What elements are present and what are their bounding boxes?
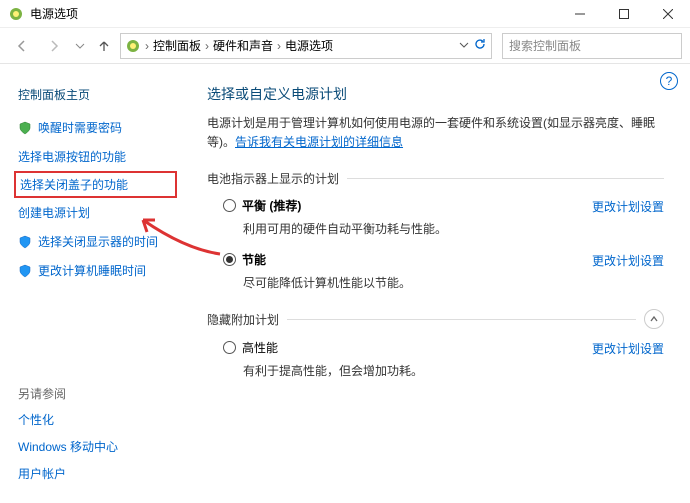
sidebar-item-label: 创建电源计划 — [18, 204, 90, 221]
see-also-personalization[interactable]: 个性化 — [18, 406, 118, 433]
sidebar-item-label: 选择关闭盖子的功能 — [20, 176, 128, 193]
plan-radio[interactable] — [223, 199, 236, 212]
search-placeholder: 搜索控制面板 — [509, 37, 581, 54]
sidebar-item-sleep-time[interactable]: 更改计算机睡眠时间 — [18, 256, 177, 285]
breadcrumb-leaf[interactable]: 电源选项 — [281, 37, 337, 54]
refresh-icon[interactable] — [473, 37, 487, 54]
sidebar-item-label: 唤醒时需要密码 — [38, 119, 122, 136]
shield-icon — [18, 121, 32, 135]
breadcrumb-root[interactable]: 控制面板 — [149, 37, 205, 54]
close-button[interactable] — [646, 0, 690, 28]
up-button[interactable] — [92, 34, 116, 58]
sidebar-item-power-button[interactable]: 选择电源按钮的功能 — [18, 142, 177, 171]
page-heading: 选择或自定义电源计划 — [207, 84, 664, 104]
plan-name[interactable]: 平衡 (推荐) — [242, 197, 301, 214]
change-plan-settings-link[interactable]: 更改计划设置 — [592, 252, 664, 269]
section-label: 隐藏附加计划 — [207, 311, 279, 328]
shield-icon — [18, 235, 32, 249]
section-label: 电池指示器上显示的计划 — [207, 170, 339, 187]
change-plan-settings-link[interactable]: 更改计划设置 — [592, 198, 664, 215]
plan-description: 利用可用的硬件自动平衡功耗与性能。 — [243, 220, 592, 237]
plan-name[interactable]: 高性能 — [242, 339, 278, 356]
power-options-icon — [125, 38, 141, 54]
plan-high-performance: 高性能 有利于提高性能，但会增加功耗。 更改计划设置 — [223, 339, 664, 379]
search-input[interactable]: 搜索控制面板 — [502, 33, 682, 59]
sidebar-item-label: 更改计算机睡眠时间 — [38, 262, 146, 279]
breadcrumb-mid[interactable]: 硬件和声音 — [209, 37, 277, 54]
sidebar-item-label: 选择电源按钮的功能 — [18, 148, 126, 165]
sidebar-item-close-lid[interactable]: 选择关闭盖子的功能 — [14, 171, 177, 198]
window-titlebar: 电源选项 — [0, 0, 690, 28]
window-controls — [558, 0, 690, 28]
main-content: 选择或自定义电源计划 电源计划是用于管理计算机如何使用电源的一套硬件和系统设置(… — [185, 64, 690, 503]
see-also-mobility[interactable]: Windows 移动中心 — [18, 433, 118, 460]
plan-balanced: 平衡 (推荐) 利用可用的硬件自动平衡功耗与性能。 更改计划设置 — [223, 197, 664, 237]
plan-radio[interactable] — [223, 253, 236, 266]
sidebar-item-display-off[interactable]: 选择关闭显示器的时间 — [18, 227, 177, 256]
history-dropdown[interactable] — [72, 41, 88, 51]
forward-button[interactable] — [40, 32, 68, 60]
see-also-accounts[interactable]: 用户帐户 — [18, 460, 118, 487]
shield-icon — [18, 264, 32, 278]
see-also-heading: 另请参阅 — [18, 381, 118, 406]
section-hidden-plans: 隐藏附加计划 — [207, 309, 664, 329]
navigation-bar: › 控制面板 › 硬件和声音 › 电源选项 搜索控制面板 — [0, 28, 690, 64]
plan-name[interactable]: 节能 — [242, 251, 266, 268]
sidebar-item-create-plan[interactable]: 创建电源计划 — [18, 198, 177, 227]
plan-description: 有利于提高性能，但会增加功耗。 — [243, 362, 592, 379]
address-bar[interactable]: › 控制面板 › 硬件和声音 › 电源选项 — [120, 33, 492, 59]
plan-power-saver: 节能 尽可能降低计算机性能以节能。 更改计划设置 — [223, 251, 664, 291]
back-button[interactable] — [8, 32, 36, 60]
sidebar-item-require-password[interactable]: 唤醒时需要密码 — [18, 113, 177, 142]
plan-description: 尽可能降低计算机性能以节能。 — [243, 274, 592, 291]
divider — [347, 178, 664, 179]
see-also-section: 另请参阅 个性化 Windows 移动中心 用户帐户 — [18, 381, 118, 487]
sidebar: 控制面板主页 唤醒时需要密码 选择电源按钮的功能 选择关闭盖子的功能 创建电源计… — [0, 64, 185, 503]
collapse-button[interactable] — [644, 309, 664, 329]
sidebar-home[interactable]: 控制面板主页 — [18, 80, 177, 113]
power-options-icon — [8, 6, 24, 22]
change-plan-settings-link[interactable]: 更改计划设置 — [592, 340, 664, 357]
window-title: 电源选项 — [30, 5, 558, 22]
page-description: 电源计划是用于管理计算机如何使用电源的一套硬件和系统设置(如显示器亮度、睡眠等)… — [207, 114, 664, 152]
minimize-button[interactable] — [558, 0, 602, 28]
divider — [287, 319, 636, 320]
plan-radio[interactable] — [223, 341, 236, 354]
tell-more-link[interactable]: 告诉我有关电源计划的详细信息 — [235, 135, 403, 149]
chevron-down-icon[interactable] — [459, 39, 469, 53]
maximize-button[interactable] — [602, 0, 646, 28]
sidebar-item-label: 选择关闭显示器的时间 — [38, 233, 158, 250]
section-shown-plans: 电池指示器上显示的计划 — [207, 170, 664, 187]
